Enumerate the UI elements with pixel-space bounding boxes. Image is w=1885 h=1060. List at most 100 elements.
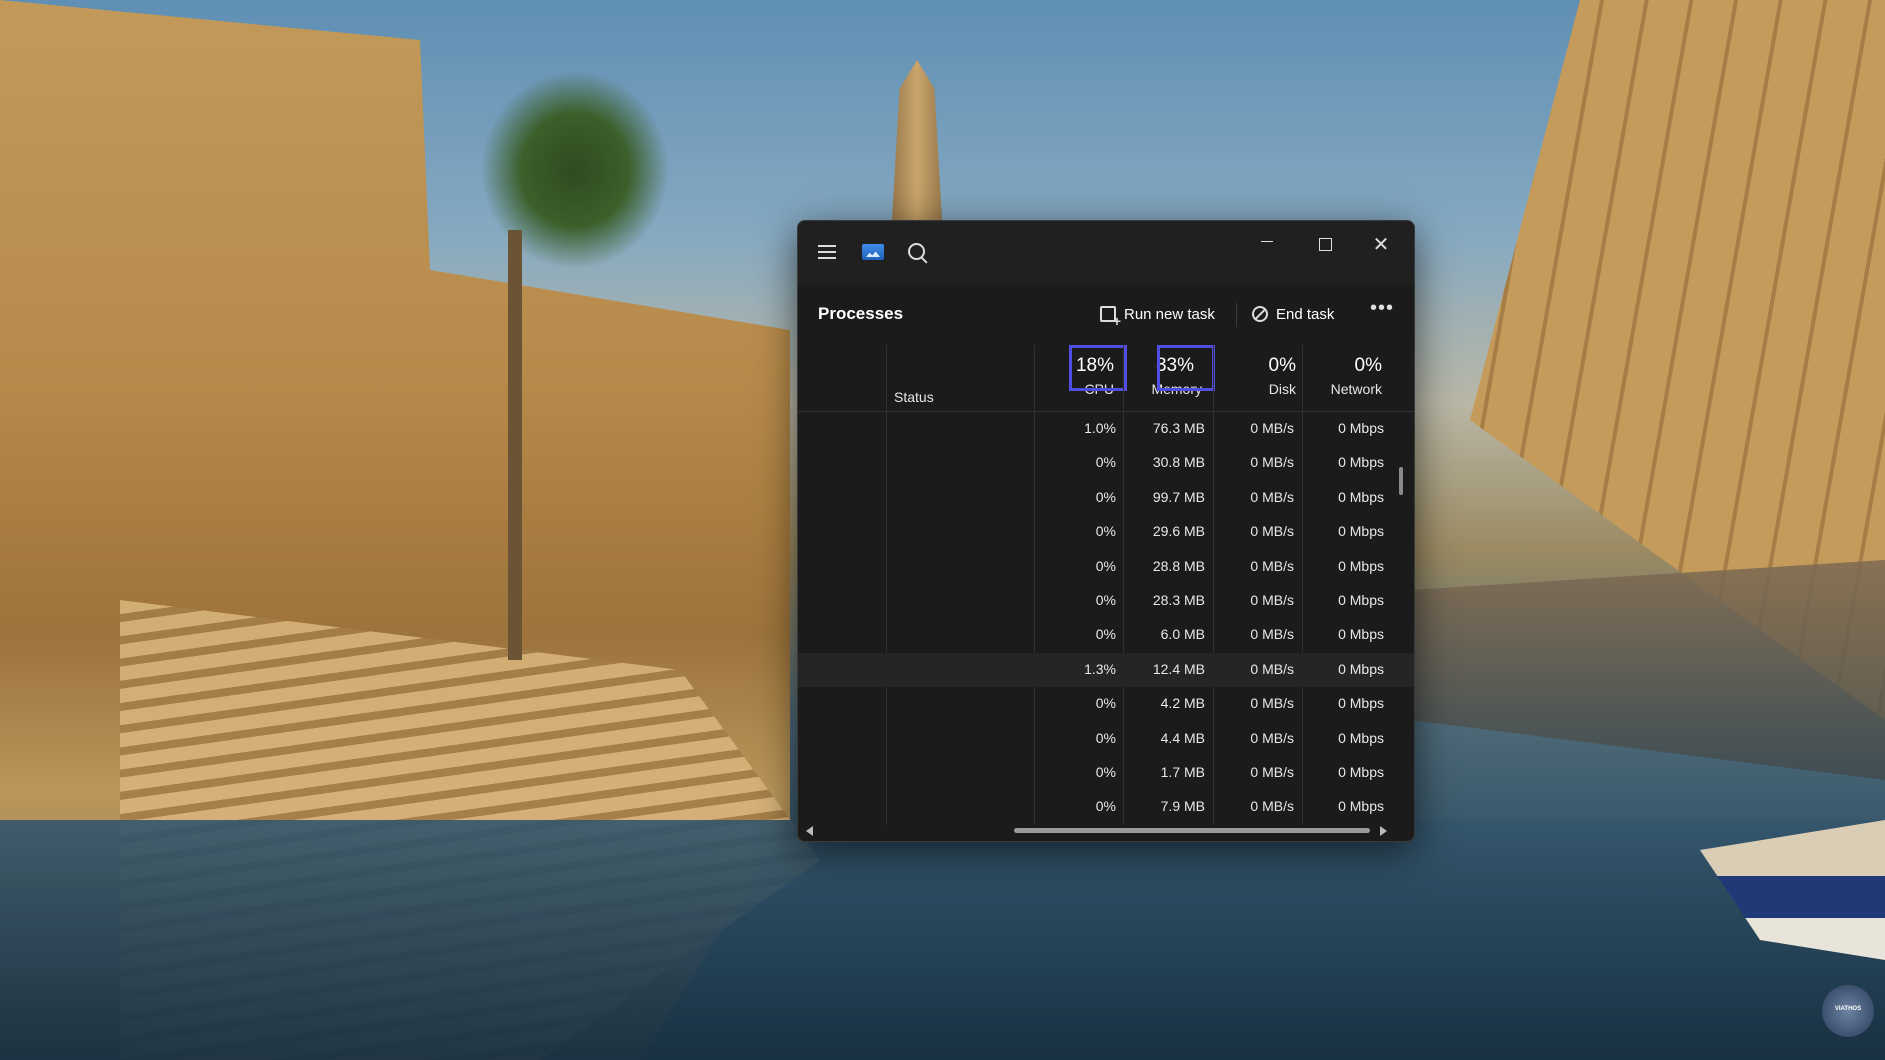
row-memory-value: 1.7 MB (1160, 763, 1205, 780)
row-memory-value: 99.7 MB (1152, 488, 1205, 505)
horizontal-scrollbar[interactable] (798, 823, 1414, 841)
row-network-value: 0 Mbps (1338, 626, 1384, 643)
wallpaper-shore (1410, 560, 1885, 780)
hamburger-menu-icon[interactable] (814, 239, 840, 265)
close-icon: ✕ (1372, 233, 1390, 256)
row-disk-value: 0 MB/s (1250, 557, 1294, 574)
row-network-value: 0 Mbps (1338, 763, 1384, 780)
row-cpu-value: 0% (1095, 763, 1116, 780)
row-disk-value: 0 MB/s (1250, 798, 1294, 815)
row-memory-value: 4.2 MB (1160, 695, 1205, 712)
row-disk-value: 0 MB/s (1250, 763, 1294, 780)
row-disk-value: 0 MB/s (1250, 626, 1294, 643)
page-title: Processes (818, 304, 904, 323)
row-memory-value: 29.6 MB (1152, 523, 1205, 540)
column-header-network[interactable]: 0% Network (1314, 355, 1382, 397)
row-network-value: 0 Mbps (1338, 695, 1384, 712)
row-cpu-value: 0% (1095, 798, 1116, 815)
table-row[interactable]: 0% 28.3 MB 0 MB/s 0 Mbps (798, 584, 1414, 618)
row-disk-value: 0 MB/s (1250, 729, 1294, 746)
close-button[interactable]: ✕ (1358, 229, 1404, 259)
row-memory-value: 6.0 MB (1160, 626, 1205, 643)
maximize-button[interactable] (1302, 229, 1348, 259)
scroll-left-arrow-icon[interactable] (806, 826, 813, 836)
vertical-scrollbar-thumb[interactable] (1399, 467, 1403, 495)
more-options-icon[interactable]: ••• (1370, 297, 1394, 320)
row-network-value: 0 Mbps (1338, 488, 1384, 505)
row-disk-value: 0 MB/s (1250, 523, 1294, 540)
wallpaper-palm-trunk (508, 230, 522, 660)
scroll-right-arrow-icon[interactable] (1380, 826, 1387, 836)
row-disk-value: 0 MB/s (1250, 488, 1294, 505)
row-cpu-value: 0% (1095, 591, 1116, 608)
row-disk-value: 0 MB/s (1250, 660, 1294, 677)
network-total-percent: 0% (1354, 355, 1382, 376)
row-memory-value: 7.9 MB (1160, 798, 1205, 815)
table-row[interactable]: 0% 6.0 MB 0 MB/s 0 Mbps (798, 618, 1414, 652)
run-new-task-button[interactable]: Run new task (1100, 299, 1215, 329)
row-network-value: 0 Mbps (1338, 420, 1384, 436)
table-row[interactable]: 1.3% 12.4 MB 0 MB/s 0 Mbps (798, 652, 1414, 688)
table-row[interactable]: 0% 7.9 MB 0 MB/s 0 Mbps (798, 790, 1414, 824)
row-cpu-value: 0% (1095, 523, 1116, 540)
maximize-icon (1318, 237, 1332, 251)
run-new-task-label: Run new task (1124, 305, 1215, 323)
row-network-value: 0 Mbps (1338, 798, 1384, 815)
channel-logo-text: VIATHOS (1834, 1006, 1862, 1012)
table-row[interactable]: 0% 1.7 MB 0 MB/s 0 Mbps (798, 756, 1414, 790)
row-memory-value: 76.3 MB (1152, 420, 1205, 436)
wallpaper-obelisk (892, 60, 942, 220)
row-network-value: 0 Mbps (1338, 454, 1384, 471)
row-memory-value: 30.8 MB (1152, 454, 1205, 471)
end-task-icon (1252, 306, 1268, 322)
row-cpu-value: 0% (1095, 488, 1116, 505)
row-cpu-value: 0% (1095, 695, 1116, 712)
wallpaper-water (0, 820, 1885, 1060)
row-network-value: 0 Mbps (1338, 729, 1384, 746)
row-memory-value: 4.4 MB (1160, 729, 1205, 746)
row-memory-value: 28.3 MB (1152, 591, 1205, 608)
task-manager-icon (860, 239, 886, 265)
row-disk-value: 0 MB/s (1250, 591, 1294, 608)
table-row[interactable]: 0% 29.6 MB 0 MB/s 0 Mbps (798, 515, 1414, 549)
table-row[interactable]: 0% 4.2 MB 0 MB/s 0 Mbps (798, 687, 1414, 721)
memory-highlight-box (1157, 345, 1215, 391)
table-row[interactable]: 1.0% 76.3 MB 0 MB/s 0 Mbps (798, 412, 1414, 446)
disk-label: Disk (1268, 381, 1296, 397)
row-network-value: 0 Mbps (1338, 660, 1384, 677)
minimize-button[interactable] (1244, 229, 1290, 259)
toolbar: Processes Run new task End task ••• (798, 285, 1414, 343)
row-network-value: 0 Mbps (1338, 523, 1384, 540)
table-row[interactable]: 0% 28.8 MB 0 MB/s 0 Mbps (798, 550, 1414, 584)
row-disk-value: 0 MB/s (1250, 695, 1294, 712)
search-icon[interactable] (904, 239, 930, 265)
row-cpu-value: 0% (1095, 626, 1116, 643)
column-header-row: Status 18% CPU 33% Memory 0% Disk 0% Net… (798, 345, 1414, 412)
table-row[interactable]: 0% 4.4 MB 0 MB/s 0 Mbps (798, 722, 1414, 756)
end-task-button[interactable]: End task (1252, 299, 1334, 329)
minimize-icon (1261, 240, 1273, 242)
row-memory-value: 28.8 MB (1152, 557, 1205, 574)
horizontal-scrollbar-thumb[interactable] (1014, 828, 1370, 833)
toolbar-divider (1236, 303, 1237, 327)
row-network-value: 0 Mbps (1338, 591, 1384, 608)
disk-total-percent: 0% (1268, 355, 1296, 376)
row-memory-value: 12.4 MB (1152, 660, 1205, 677)
task-manager-window: ✕ Processes Run new task End task ••• St… (797, 220, 1415, 842)
row-cpu-value: 1.3% (1084, 660, 1116, 677)
row-disk-value: 0 MB/s (1250, 454, 1294, 471)
column-header-disk[interactable]: 0% Disk (1228, 355, 1296, 397)
column-header-status[interactable]: Status (894, 389, 934, 405)
run-new-task-icon (1100, 306, 1121, 329)
title-bar[interactable]: ✕ (798, 221, 1414, 285)
row-network-value: 0 Mbps (1338, 557, 1384, 574)
row-cpu-value: 0% (1095, 729, 1116, 746)
process-list: 1.0% 76.3 MB 0 MB/s 0 Mbps 0% 30.8 MB 0 MB/s 0 … (798, 412, 1414, 825)
row-cpu-value: 1.0% (1084, 420, 1116, 436)
table-row[interactable]: 0% 99.7 MB 0 MB/s 0 Mbps (798, 481, 1414, 515)
network-label: Network (1330, 381, 1382, 397)
end-task-label: End task (1276, 305, 1335, 323)
row-cpu-value: 0% (1095, 557, 1116, 574)
table-row[interactable]: 0% 30.8 MB 0 MB/s 0 Mbps (798, 446, 1414, 480)
row-disk-value: 0 MB/s (1250, 420, 1294, 436)
